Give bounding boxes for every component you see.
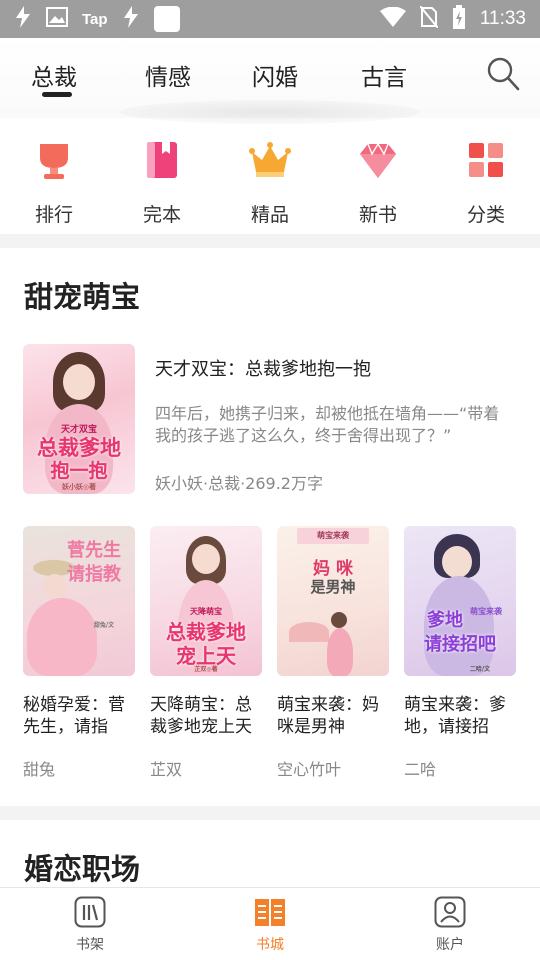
featured-book-cover[interactable]: 天才双宝 总裁爹地 抱一抱 妖小妖◎著 [23,344,135,494]
book-cover: 菅先生 请指教 甜兔/文 [23,526,135,676]
featured-book-meta: 妖小妖·总裁·269.2万字 [155,474,323,493]
category-label: 新书 [358,204,397,226]
book-card[interactable]: 菅先生 请指教 甜兔/文 秘婚孕爱：菅先生，请指 甜兔 [23,526,135,780]
tap-icon: Tap [82,10,108,28]
book-title: 萌宝来袭：爹地，请接招 [404,695,506,737]
battery-charging-icon [452,5,466,33]
tab-guyan[interactable]: 古言 [361,58,407,92]
bottom-nav: 书架 书城 账户 [0,887,540,960]
cover-text-line2: 请指教 [67,564,121,585]
book-card[interactable]: 萌宝来袭 妈 咪 是男神 萌宝来袭：妈咪是男神 空心竹叶 [277,526,389,780]
cover-figure-face [442,546,472,578]
tab-shanhun[interactable]: 闪婚 [252,58,298,92]
category-row: 排行 完本 精品 新书 分类 [0,124,540,234]
cover-figure-dress [327,628,353,676]
status-time: 11:33 [479,8,526,29]
nav-label: 书架 [76,937,104,953]
diamond-icon [356,138,400,182]
category-premium[interactable]: 精品 [230,124,310,227]
book-author: 空心竹叶 [277,760,342,779]
cover-figure-face [192,544,220,574]
section-divider [0,806,540,820]
category-completed[interactable]: 完本 [122,124,202,227]
book-cover: 萌宝来袭 妈 咪 是男神 [277,526,389,676]
cover-umbrella [289,622,329,642]
book-card[interactable]: 萌宝来袭 爹地 请接招吧 二哈/文 萌宝来袭：爹地，请接招 二哈 [404,526,516,780]
nav-account[interactable]: 账户 [410,896,490,954]
book-cover: 萌宝来袭 爹地 请接招吧 二哈/文 [404,526,516,676]
featured-book-title[interactable]: 天才双宝：总裁爹地抱一抱 [155,355,371,381]
cover-figure-dress [27,598,97,676]
nav-label: 账户 [436,937,464,953]
bookshelf-icon [74,896,106,928]
search-button[interactable] [486,56,520,92]
square-icon [153,6,180,32]
no-sim-icon [419,5,439,32]
category-new[interactable]: 新书 [338,124,418,227]
account-icon [434,896,466,928]
cover-text-top: 萌宝来袭 [317,530,349,540]
wifi-icon [379,6,406,31]
nav-bookstore[interactable]: 书城 [230,896,310,954]
category-label: 精品 [250,204,289,226]
book-cover: 天降萌宝 总裁爹地 宠上天 芷双◎著 [150,526,262,676]
trophy-icon [32,138,76,182]
book-title: 萌宝来袭：妈咪是男神 [277,695,379,737]
book-author: 甜兔 [23,760,56,779]
tab-zongcai[interactable]: 总裁 [31,58,77,92]
search-icon [487,57,520,91]
book-icon [140,138,184,182]
section-title: 甜宠萌宝 [24,280,141,314]
book-title: 天降萌宝：总裁爹地宠上天 [150,695,252,737]
bolt-icon [122,6,140,32]
crown-icon [248,138,292,182]
featured-book-description: 四年后，她携子归来，却被他抵在墙角——“带着我的孩子逃了这么久，终于舍得出现了？… [155,404,500,445]
cover-author: 妖小妖◎著 [61,482,97,491]
category-label: 排行 [34,204,73,226]
cover-text-line1: 爹地 [427,610,463,631]
book-title: 秘婚孕爱：菅先生，请指 [23,695,125,737]
grid-icon [464,138,508,182]
book-card[interactable]: 天降萌宝 总裁爹地 宠上天 芷双◎著 天降萌宝：总裁爹地宠上天 芷双 [150,526,262,780]
cover-author: 芷双◎著 [194,666,218,673]
category-ranking[interactable]: 排行 [14,124,94,227]
cover-text-line2: 是男神 [310,578,356,596]
nav-bookshelf[interactable]: 书架 [50,896,130,954]
cover-figure-face [63,364,95,400]
bookstore-icon [254,896,286,928]
image-icon [46,7,68,31]
cover-author: 二哈/文 [469,666,491,673]
cover-text-line1: 菅先生 [67,540,121,561]
status-bar: Tap 11:33 [0,0,540,38]
cover-text-line2: 请接招吧 [424,634,496,655]
cover-figure-head [331,612,347,628]
active-tab-indicator [42,92,72,97]
category-label: 分类 [466,204,505,226]
book-author: 二哈 [404,760,437,779]
tab-qinggan[interactable]: 情感 [145,58,191,92]
book-author: 芷双 [150,760,183,779]
banner-shadow [120,100,420,124]
section-divider [0,234,540,248]
nav-label: 书城 [256,937,284,953]
cover-author: 甜兔/文 [93,622,115,629]
bolt-icon [14,6,32,32]
category-classify[interactable]: 分类 [446,124,526,227]
section-title: 婚恋职场 [24,852,141,886]
category-label: 完本 [142,204,181,226]
cover-text-sub: 抱一抱 [50,460,108,482]
